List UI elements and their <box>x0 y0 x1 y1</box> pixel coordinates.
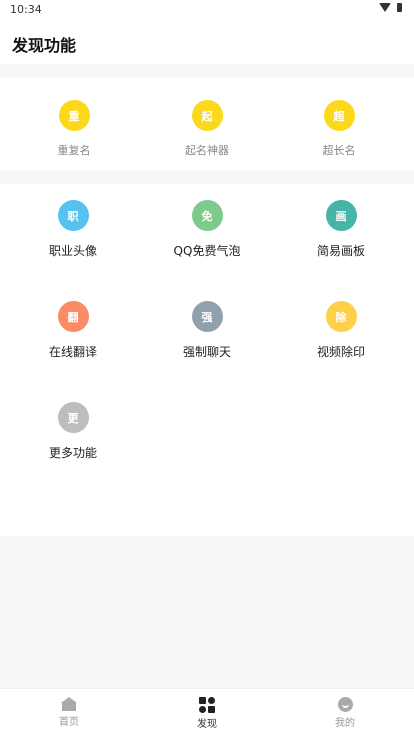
nav-home[interactable]: 首页 <box>0 697 138 728</box>
status-bar: 10:34 <box>0 0 414 22</box>
feature-label: 视频除印 <box>316 345 365 359</box>
long-name-icon: 超 <box>323 100 355 131</box>
nav-discover[interactable]: 发现 <box>138 697 276 730</box>
nav-home-label: 首页 <box>59 717 79 728</box>
feature-label: 职业头像 <box>48 244 97 258</box>
duplicate-name-icon: 重 <box>58 100 90 131</box>
feature-more[interactable]: 更 更多功能 <box>4 402 142 482</box>
battery-icon <box>397 3 402 12</box>
translate-icon: 翻 <box>57 301 89 332</box>
name-generator-icon: 起 <box>191 100 223 131</box>
tool-label: 重复名 <box>57 144 91 157</box>
tool-long-name[interactable]: 超 超长名 <box>270 100 408 180</box>
feature-video-watermark[interactable]: 除 视频除印 <box>272 301 410 381</box>
feature-drawing-board[interactable]: 画 简易画板 <box>272 200 410 280</box>
feature-qq-bubble[interactable]: 免 QQ免费气泡 <box>138 200 276 280</box>
nav-me[interactable]: 我的 <box>276 697 414 729</box>
status-time: 10:34 <box>10 3 42 16</box>
feature-label: 更多功能 <box>48 446 97 460</box>
feature-label: 强制聊天 <box>182 345 231 359</box>
tool-label: 起名神器 <box>185 144 229 157</box>
home-icon <box>61 697 77 711</box>
more-icon: 更 <box>57 402 89 433</box>
tool-duplicate-name[interactable]: 重 重复名 <box>5 100 143 180</box>
profile-icon <box>337 697 353 712</box>
feature-online-translate[interactable]: 翻 在线翻译 <box>4 301 142 381</box>
wifi-icon <box>379 3 391 12</box>
nav-me-label: 我的 <box>335 718 355 729</box>
qq-bubble-icon: 免 <box>191 200 223 231</box>
video-watermark-icon: 除 <box>325 301 357 332</box>
force-chat-icon: 强 <box>191 301 223 332</box>
feature-grid-section: 职 职业头像 免 QQ免费气泡 画 简易画板 翻 在线翻译 强 强制聊天 除 视… <box>0 184 414 536</box>
nav-discover-label: 发现 <box>197 719 217 730</box>
tool-name-generator[interactable]: 起 起名神器 <box>138 100 276 180</box>
feature-force-chat[interactable]: 强 强制聊天 <box>138 301 276 381</box>
top-tools-section: 重 重复名 起 起名神器 超 超长名 <box>0 78 414 170</box>
system-icons <box>379 3 402 12</box>
page-title: 发现功能 <box>12 36 77 55</box>
bottom-nav: 首页 发现 我的 <box>0 688 414 737</box>
feature-label: 简易画板 <box>316 244 365 258</box>
drawing-board-icon: 画 <box>325 200 357 231</box>
discover-icon <box>199 697 215 713</box>
feature-label: QQ免费气泡 <box>173 244 241 258</box>
header: 发现功能 <box>0 22 414 64</box>
feature-label: 在线翻译 <box>48 345 97 359</box>
feature-career-avatar[interactable]: 职 职业头像 <box>4 200 142 280</box>
career-avatar-icon: 职 <box>57 200 89 231</box>
tool-label: 超长名 <box>322 144 356 157</box>
